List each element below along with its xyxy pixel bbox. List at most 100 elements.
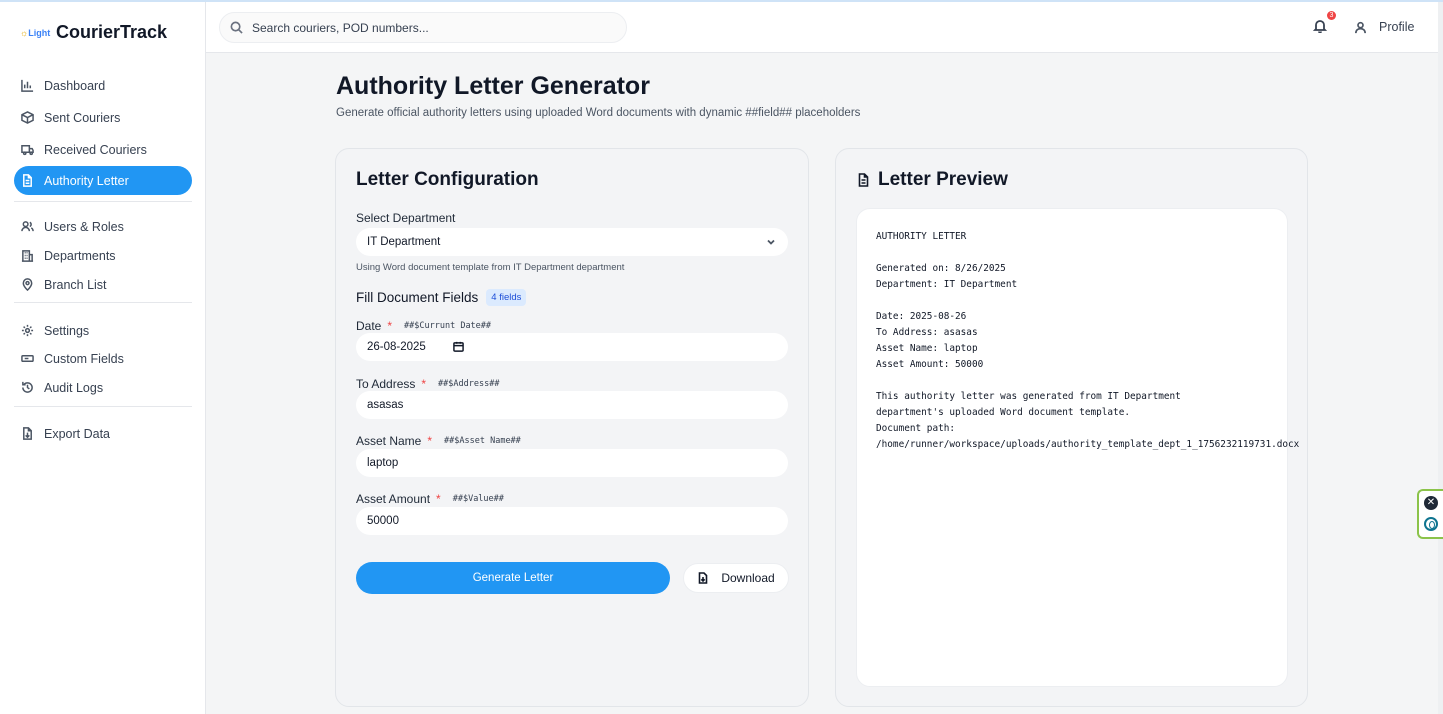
sidebar-item-label: Export Data	[44, 426, 111, 441]
field-label-asset-name: Asset Name * ##$Asset Name##	[356, 434, 521, 448]
page-title: Authority Letter Generator	[336, 72, 650, 100]
department-select-value: IT Department	[367, 236, 441, 248]
sidebar-item-departments[interactable]: Departments	[14, 241, 192, 270]
letter-preview-card: Letter Preview AUTHORITY LETTER Generate…	[835, 148, 1308, 707]
sidebar-item-label: Users & Roles	[44, 219, 124, 234]
sidebar-item-label: Received Couriers	[44, 142, 147, 157]
search-input[interactable]	[252, 20, 612, 35]
field-label-asset-amount: Asset Amount * ##$Value##	[356, 492, 504, 506]
field-label-text: To Address	[356, 377, 416, 391]
sidebar-item-label: Custom Fields	[44, 351, 124, 366]
date-field[interactable]: 26-08-2025	[356, 333, 788, 361]
sidebar-item-received-couriers[interactable]: Received Couriers	[14, 135, 192, 164]
nav-divider	[14, 302, 192, 303]
file-download-icon	[23, 427, 32, 440]
sidebar-item-dashboard[interactable]: Dashboard	[14, 71, 192, 100]
sidebar-item-label: Dashboard	[44, 78, 106, 93]
asset-name-field[interactable]	[356, 449, 788, 477]
logo: ☼Light	[20, 27, 51, 38]
truck-icon	[21, 145, 34, 156]
fields-count-badge: 4 fields	[486, 289, 527, 306]
sidebar-item-authority-letter[interactable]: Authority Letter	[14, 166, 192, 195]
sidebar-item-label: Settings	[44, 323, 90, 338]
page-subtitle: Generate official authority letters usin…	[336, 107, 861, 119]
sidebar-item-audit-logs[interactable]: Audit Logs	[14, 373, 192, 402]
field-label-text: Asset Name	[356, 434, 422, 448]
department-label: Select Department	[356, 211, 456, 225]
profile-label: Profile	[1379, 20, 1415, 34]
fields-title: Fill Document Fields	[356, 290, 479, 305]
file-text-icon	[23, 174, 32, 187]
gear-icon	[21, 324, 34, 337]
sidebar-item-custom-fields[interactable]: Custom Fields	[14, 344, 192, 373]
sidebar-item-label: Departments	[44, 248, 116, 263]
preview-header: Letter Preview	[857, 169, 1008, 191]
date-field-value: 26-08-2025	[367, 341, 426, 353]
sidebar-item-sent-couriers[interactable]: Sent Couriers	[14, 103, 192, 132]
app-name: CourierTrack	[56, 22, 168, 42]
field-placeholder-code: ##$Currunt Date##	[404, 321, 492, 331]
sidebar-item-users-roles[interactable]: Users & Roles	[14, 212, 192, 241]
asset-amount-field[interactable]	[356, 507, 788, 535]
user-icon	[1355, 21, 1366, 33]
notifications-button[interactable]: 3	[1312, 11, 1336, 35]
globe-icon[interactable]	[1424, 517, 1438, 531]
card-title: Letter Configuration	[356, 169, 539, 190]
sidebar-item-settings[interactable]: Settings	[14, 316, 192, 345]
search-icon	[230, 21, 243, 34]
preview-title: Letter Preview	[878, 169, 1008, 190]
file-text-icon	[858, 173, 869, 187]
top-bar: 3 Profile	[206, 2, 1443, 53]
field-placeholder-code: ##$Address##	[438, 379, 500, 389]
search-bar[interactable]	[219, 12, 627, 43]
bar-chart-icon	[21, 79, 34, 92]
download-label: Download	[721, 571, 775, 585]
sidebar-item-export-data[interactable]: Export Data	[14, 419, 192, 448]
to-address-input[interactable]	[367, 399, 767, 411]
field-label-to-address: To Address * ##$Address##	[356, 377, 499, 391]
package-icon	[21, 111, 34, 124]
sidebar-item-label: Authority Letter	[44, 173, 129, 188]
calendar-icon[interactable]	[453, 341, 464, 352]
letter-preview-text: AUTHORITY LETTER Generated on: 8/26/2025…	[876, 231, 1300, 450]
sidebar-item-label: Sent Couriers	[44, 110, 121, 125]
field-label-date: Date * ##$Currunt Date##	[356, 319, 491, 333]
sidebar-item-label: Audit Logs	[44, 380, 104, 395]
field-placeholder-code: ##$Asset Name##	[444, 436, 521, 446]
close-icon[interactable]: ✕	[1424, 496, 1438, 510]
required-mark: *	[387, 319, 393, 333]
download-button[interactable]: Download	[683, 563, 789, 593]
sidebar: ☼Light CourierTrack Dashboard Sent Couri…	[0, 2, 206, 714]
brand[interactable]: ☼Light CourierTrack	[20, 22, 167, 43]
asset-name-input[interactable]	[367, 457, 767, 469]
to-address-field[interactable]	[356, 391, 788, 419]
input-field-icon	[21, 354, 34, 363]
nav-divider	[14, 406, 192, 407]
notification-badge: 3	[1327, 11, 1336, 20]
map-pin-icon	[22, 278, 33, 291]
template-hint: Using Word document template from IT Dep…	[356, 262, 625, 273]
generate-letter-button[interactable]: Generate Letter	[356, 562, 670, 594]
building-icon	[21, 250, 34, 262]
department-select[interactable]: IT Department	[356, 228, 788, 256]
fields-section-title: Fill Document Fields 4 fields	[356, 289, 527, 306]
users-icon	[21, 221, 34, 232]
nav-divider	[14, 201, 192, 202]
field-placeholder-code: ##$Value##	[452, 494, 504, 504]
letter-configuration-card: Letter Configuration Select Department I…	[335, 148, 809, 707]
required-mark: *	[421, 377, 427, 391]
required-mark: *	[436, 492, 441, 506]
profile-button[interactable]: Profile	[1354, 20, 1414, 34]
asset-amount-input[interactable]	[367, 515, 767, 527]
sidebar-item-branch-list[interactable]: Branch List	[14, 270, 192, 299]
chevron-down-icon	[766, 237, 776, 247]
field-label-text: Asset Amount	[356, 492, 431, 506]
field-label-text: Date	[356, 319, 382, 333]
preview-box: AUTHORITY LETTER Generated on: 8/26/2025…	[856, 208, 1299, 687]
sidebar-item-label: Branch List	[44, 277, 107, 292]
floating-widget[interactable]: ✕	[1417, 489, 1443, 539]
file-download-icon	[699, 572, 708, 584]
history-icon	[22, 381, 33, 393]
required-mark: *	[427, 434, 433, 448]
scrollbar[interactable]	[1438, 2, 1443, 714]
